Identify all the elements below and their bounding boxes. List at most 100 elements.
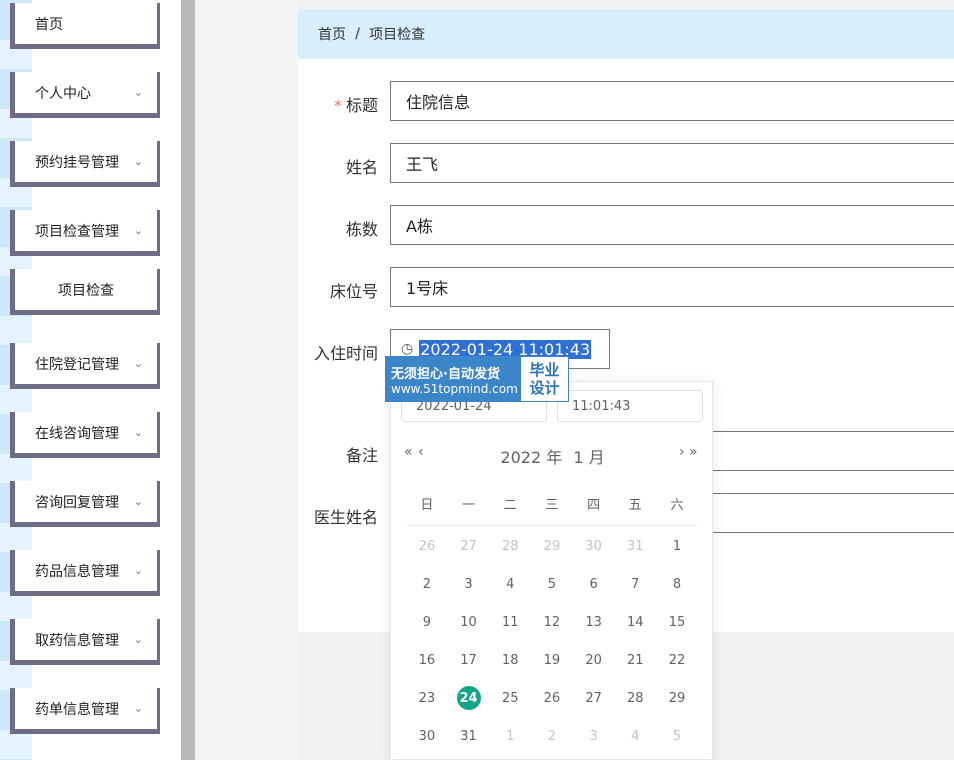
sidebar-item[interactable]: 住院登记管理 ⌄: [10, 343, 160, 389]
day-cell[interactable]: 16: [406, 641, 448, 679]
week-row: 30 31 1 2 3 4 5: [406, 717, 698, 755]
sidebar-item[interactable]: 预约挂号管理 ⌄: [10, 141, 160, 187]
watermark-right1: 毕业: [529, 361, 560, 379]
day-cell[interactable]: 1: [656, 527, 698, 565]
day-cell[interactable]: 22: [656, 641, 698, 679]
picker-year[interactable]: 2022 年: [500, 448, 562, 467]
day-grid: 26 27 28 29 30 31 1 2 3 4 5 6 7 8 9 10 11 12 13 14 15 16 17 18 1…: [406, 527, 698, 755]
selected-day-cell[interactable]: 24: [448, 679, 490, 717]
sidebar-item-label: 咨询回复管理: [35, 494, 119, 511]
day-cell[interactable]: 11: [489, 603, 531, 641]
day-cell[interactable]: 20: [573, 641, 615, 679]
sidebar-item[interactable]: 首页: [10, 3, 160, 49]
day-cell[interactable]: 5: [531, 565, 573, 603]
weekday-label: 二: [503, 498, 517, 513]
sidebar: 首页个人中心 ⌄ 预约挂号管理 ⌄ 项目检查管理 ⌄ 项目检查住院登记管理 ⌄ 在线咨询管理 ⌄ 咨…: [0, 0, 181, 760]
chevron-down-icon: ⌄: [133, 495, 143, 508]
picker-header: « ‹ 2022 年 1 月 › »: [391, 440, 714, 470]
remark-label: 备注: [345, 446, 378, 465]
day-cell[interactable]: 15: [656, 603, 698, 641]
day-cell[interactable]: 29: [531, 527, 573, 565]
day-cell[interactable]: 3: [573, 717, 615, 755]
day-cell[interactable]: 6: [573, 565, 615, 603]
day-cell[interactable]: 5: [656, 717, 698, 755]
weekday-label: 日: [420, 498, 434, 513]
next-month-button[interactable]: ›: [679, 444, 685, 460]
sidebar-item[interactable]: 个人中心 ⌄: [10, 72, 160, 118]
title-label: * 标题: [333, 96, 378, 115]
day-cell[interactable]: 14: [614, 603, 656, 641]
day-cell[interactable]: 25: [489, 679, 531, 717]
picker-month[interactable]: 1 月: [573, 448, 604, 467]
day-cell[interactable]: 8: [656, 565, 698, 603]
day-cell[interactable]: 27: [573, 679, 615, 717]
breadcrumb: 首页 / 项目检查: [298, 9, 954, 59]
name-label: 姓名: [345, 158, 378, 177]
sidebar-item-label: 药品信息管理: [35, 563, 119, 580]
day-cell[interactable]: 10: [448, 603, 490, 641]
day-cell[interactable]: 2: [406, 565, 448, 603]
chevron-down-icon: ⌄: [133, 426, 143, 439]
week-row: 16 17 18 19 20 21 22: [406, 641, 698, 679]
watermark-right2: 设计: [529, 379, 560, 397]
weekday-label: 六: [670, 498, 684, 513]
day-cell[interactable]: 18: [489, 641, 531, 679]
day-cell[interactable]: 19: [531, 641, 573, 679]
picker-time-input[interactable]: 11:01:43: [557, 390, 703, 422]
next-year-button[interactable]: »: [689, 444, 698, 460]
day-cell[interactable]: 13: [573, 603, 615, 641]
sidebar-item-label: 项目检查管理: [35, 223, 119, 240]
sidebar-item[interactable]: 药品信息管理 ⌄: [10, 550, 160, 596]
title-input[interactable]: 住院信息: [390, 81, 954, 121]
day-cell[interactable]: 28: [614, 679, 656, 717]
sidebar-item[interactable]: 咨询回复管理 ⌄: [10, 481, 160, 527]
sidebar-item-label: 取药信息管理: [35, 632, 119, 649]
day-cell[interactable]: 23: [406, 679, 448, 717]
building-label: 栋数: [345, 220, 378, 239]
day-cell[interactable]: 26: [406, 527, 448, 565]
breadcrumb-current: 项目检查: [369, 27, 426, 43]
chevron-down-icon: ⌄: [133, 86, 143, 99]
day-cell[interactable]: 4: [489, 565, 531, 603]
day-cell[interactable]: 4: [614, 717, 656, 755]
day-cell[interactable]: 12: [531, 603, 573, 641]
bed-label: 床位号: [329, 282, 378, 301]
name-input[interactable]: 王飞: [390, 143, 954, 183]
sidebar-item[interactable]: 取药信息管理 ⌄: [10, 619, 160, 665]
day-cell[interactable]: 31: [614, 527, 656, 565]
watermark-line1: 无须担心·自动发货: [391, 366, 500, 382]
day-cell[interactable]: 21: [614, 641, 656, 679]
week-row: 9 10 11 12 13 14 15: [406, 603, 698, 641]
day-cell[interactable]: 17: [448, 641, 490, 679]
day-cell[interactable]: 27: [448, 527, 490, 565]
sidebar-item[interactable]: 在线咨询管理 ⌄: [10, 412, 160, 458]
sidebar-item-label: 药单信息管理: [35, 701, 119, 718]
sidebar-scrollbar[interactable]: [181, 0, 195, 760]
chevron-down-icon: ⌄: [133, 357, 143, 370]
chevron-down-icon: ⌄: [133, 224, 143, 237]
sidebar-item-label: 个人中心: [35, 85, 91, 102]
day-cell[interactable]: 30: [406, 717, 448, 755]
day-cell[interactable]: 26: [531, 679, 573, 717]
date-picker-popup: 2022-01-24 11:01:43 « ‹ 2022 年 1 月 › » 日…: [390, 381, 713, 760]
day-cell[interactable]: 31: [448, 717, 490, 755]
day-cell[interactable]: 7: [614, 565, 656, 603]
sidebar-item[interactable]: 项目检查管理 ⌄: [10, 210, 160, 256]
day-cell[interactable]: 30: [573, 527, 615, 565]
doctor-label: 医生姓名: [313, 508, 378, 527]
sidebar-item[interactable]: 项目检查: [10, 269, 160, 315]
weekday-label: 四: [587, 498, 601, 513]
day-cell[interactable]: 3: [448, 565, 490, 603]
building-input[interactable]: A栋: [390, 205, 954, 245]
day-cell[interactable]: 9: [406, 603, 448, 641]
sidebar-item[interactable]: 药单信息管理 ⌄: [10, 688, 160, 734]
breadcrumb-home[interactable]: 首页: [318, 24, 346, 44]
watermark-line2: www.51topmind.com: [391, 381, 518, 396]
day-cell[interactable]: 1: [489, 717, 531, 755]
chevron-down-icon: ⌄: [133, 702, 143, 715]
bed-input[interactable]: 1号床: [390, 267, 954, 307]
day-cell[interactable]: 29: [656, 679, 698, 717]
sidebar-item-label: 项目检查: [58, 282, 114, 299]
day-cell[interactable]: 2: [531, 717, 573, 755]
day-cell[interactable]: 28: [489, 527, 531, 565]
